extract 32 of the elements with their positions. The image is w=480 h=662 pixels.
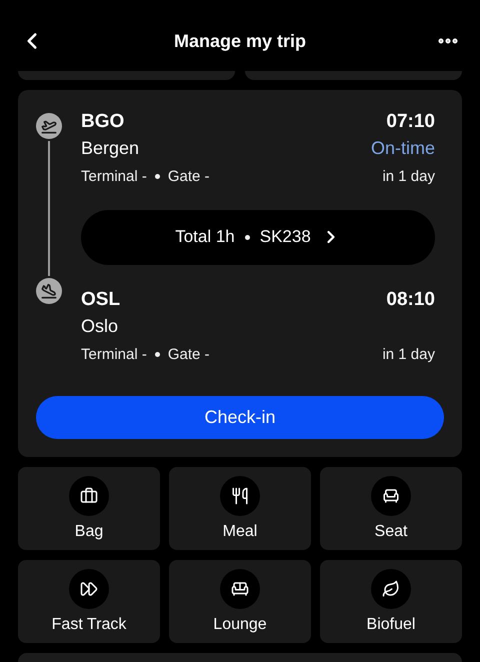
page-title: Manage my trip	[174, 30, 306, 52]
service-tile[interactable]: Seat	[320, 466, 462, 550]
airport-code: OSL	[81, 288, 120, 312]
service-tile[interactable]: Lounge	[169, 560, 311, 643]
briefcase-icon	[69, 476, 109, 516]
day-label: in 1 day	[382, 344, 435, 365]
terminal-label: Terminal -	[81, 344, 147, 365]
city-name: Oslo	[81, 314, 118, 338]
gate-label: Gate -	[168, 166, 210, 187]
service-tile[interactable]: Fast Track	[18, 560, 160, 643]
check-in-button[interactable]: Check-in	[36, 396, 444, 439]
flight-time: 07:10	[386, 110, 435, 134]
plane-takeoff-icon	[36, 112, 62, 139]
flight-time: 08:10	[386, 288, 435, 312]
bullet-dot	[154, 352, 160, 358]
day-label: in 1 day	[382, 166, 435, 187]
sofa-icon	[220, 568, 260, 609]
flight-status: On-time	[370, 136, 435, 160]
seat-icon	[371, 476, 411, 516]
gate-label: Gate -	[168, 344, 210, 365]
plane-landing-icon	[36, 278, 62, 304]
fork-knife-icon	[220, 476, 260, 516]
service-tile[interactable]: Meal	[169, 466, 311, 550]
service-tile[interactable]: Bag	[18, 466, 160, 550]
bullet-dot	[154, 174, 160, 180]
fast-forward-icon	[69, 568, 109, 609]
leaf-icon	[371, 568, 411, 609]
service-tile[interactable]: Biofuel	[320, 560, 462, 643]
terminal-label: Terminal -	[81, 166, 147, 187]
airport-code: BGO	[81, 110, 124, 134]
flight-summary-button[interactable]: Total 1h SK238	[81, 210, 435, 265]
city-name: Bergen	[81, 136, 140, 160]
